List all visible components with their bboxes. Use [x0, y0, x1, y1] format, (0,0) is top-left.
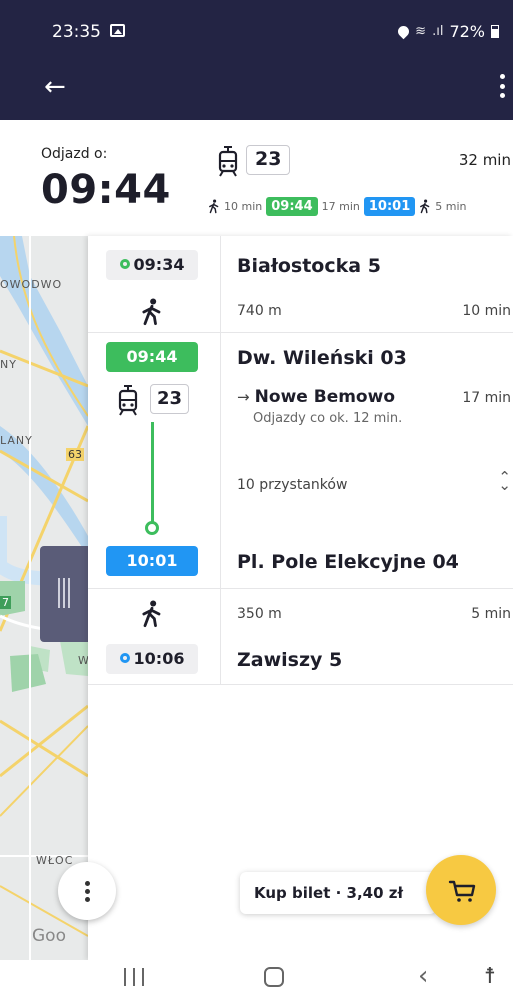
- location-icon: [395, 23, 412, 40]
- line-badge: 23: [246, 145, 291, 175]
- row-divider: [88, 684, 513, 685]
- cart-icon: [448, 880, 476, 902]
- gallery-icon: [110, 24, 125, 37]
- row-divider: [88, 332, 513, 333]
- board-stop-name[interactable]: Dw. Wileński 03: [237, 347, 407, 369]
- walk1-distance: 740 m: [237, 303, 282, 319]
- expand-icon[interactable]: ⌃ ⌄: [498, 470, 511, 493]
- status-bar: 23:35 ≋ .ıl 72%: [0, 0, 513, 60]
- drag-handle-icon[interactable]: [40, 546, 88, 642]
- cart-button[interactable]: [426, 855, 496, 925]
- alight-time-pill: 10:01: [363, 196, 416, 216]
- map-label: W: [78, 654, 88, 667]
- frequency-info: Odjazdy co ok. 12 min.: [253, 411, 403, 426]
- walk-before-duration: 10 min: [224, 199, 263, 213]
- walk-icon: [209, 199, 219, 213]
- map-label: OWODWO: [0, 278, 63, 291]
- alight-time-badge: 10:01: [106, 546, 198, 576]
- buy-ticket-button[interactable]: Kup bilet · 3,40 zł: [240, 872, 436, 914]
- tram-icon: [218, 146, 238, 177]
- signal-icon: .ıl: [432, 24, 444, 39]
- wifi-call-icon: ≋: [415, 24, 427, 39]
- arrow-left-icon[interactable]: ←: [44, 72, 66, 102]
- walk1-duration: 10 min: [462, 303, 511, 319]
- map-label: WŁOC: [36, 854, 74, 867]
- map-road-number: 7: [0, 596, 11, 609]
- walk2-duration: 5 min: [471, 606, 511, 622]
- nav-back-icon[interactable]: ‹: [418, 961, 428, 991]
- trip-timeline: 10 min 09:44 17 min 10:01 5 min: [208, 194, 467, 218]
- route-end-dot: [145, 521, 159, 535]
- status-icons: ≋ .ıl 72%: [395, 22, 499, 41]
- direction-arrow: →: [237, 388, 250, 406]
- walk2-distance: 350 m: [237, 606, 282, 622]
- screen: 23:35 ≋ .ıl 72% ← Odjazd o: 09:44 23 32 …: [0, 0, 513, 994]
- accessibility-icon[interactable]: ☨: [484, 962, 496, 992]
- battery-percent: 72%: [449, 22, 485, 41]
- recent-apps-icon[interactable]: [124, 968, 144, 986]
- status-time: 23:35: [52, 22, 101, 42]
- map-menu-button[interactable]: [58, 862, 116, 920]
- walk-after-duration: 5 min: [435, 199, 467, 213]
- direction-row: → Nowe Bemowo: [237, 387, 395, 407]
- departure-label: Odjazd o:: [41, 146, 108, 162]
- total-duration: 32 min: [458, 151, 511, 169]
- start-stop-name[interactable]: Białostocka 5: [237, 255, 381, 277]
- route-details: 09:34 Białostocka 5 740 m 10 min 09:44 D…: [88, 236, 513, 960]
- departure-time: 09:44: [41, 167, 171, 213]
- end-time-badge: 10:06: [106, 644, 198, 674]
- map-label: NY: [0, 358, 17, 371]
- direction-name: Nowe Bemowo: [254, 387, 395, 407]
- line-badge: 23: [150, 384, 190, 414]
- start-time-badge: 09:34: [106, 250, 198, 280]
- end-dot-icon: [119, 653, 130, 663]
- battery-icon: [491, 25, 499, 38]
- board-time-badge: 09:44: [106, 342, 198, 372]
- trip-summary[interactable]: Odjazd o: 09:44 23 32 min 10 min 09:44 1…: [0, 120, 513, 236]
- app-bar: ←: [0, 60, 513, 120]
- stops-count[interactable]: 10 przystanków: [237, 477, 347, 493]
- walk-icon: [420, 199, 430, 213]
- start-time: 09:34: [133, 255, 185, 274]
- map-label: LANY: [0, 434, 33, 447]
- walk-icon: [142, 600, 161, 628]
- column-divider: [220, 236, 221, 684]
- alight-stop-name[interactable]: Pl. Pole Elekcyjne 04: [237, 551, 459, 573]
- row-divider: [88, 588, 513, 589]
- start-dot-icon: [119, 259, 130, 269]
- google-logo: Goo: [32, 926, 66, 946]
- end-stop-name[interactable]: Zawiszy 5: [237, 649, 342, 671]
- tram-icon: [118, 385, 138, 416]
- board-time-pill: 09:44: [266, 196, 318, 216]
- map-road-number: 63: [66, 448, 84, 461]
- walk-icon: [142, 298, 161, 326]
- end-time: 10:06: [133, 649, 185, 668]
- ride-duration: 17 min: [321, 199, 360, 213]
- ride-duration: 17 min: [462, 390, 511, 406]
- home-icon[interactable]: [264, 967, 284, 987]
- system-nav-bar: ‹ ☨: [0, 960, 513, 994]
- more-vertical-icon[interactable]: [499, 74, 505, 98]
- route-line: [151, 422, 154, 526]
